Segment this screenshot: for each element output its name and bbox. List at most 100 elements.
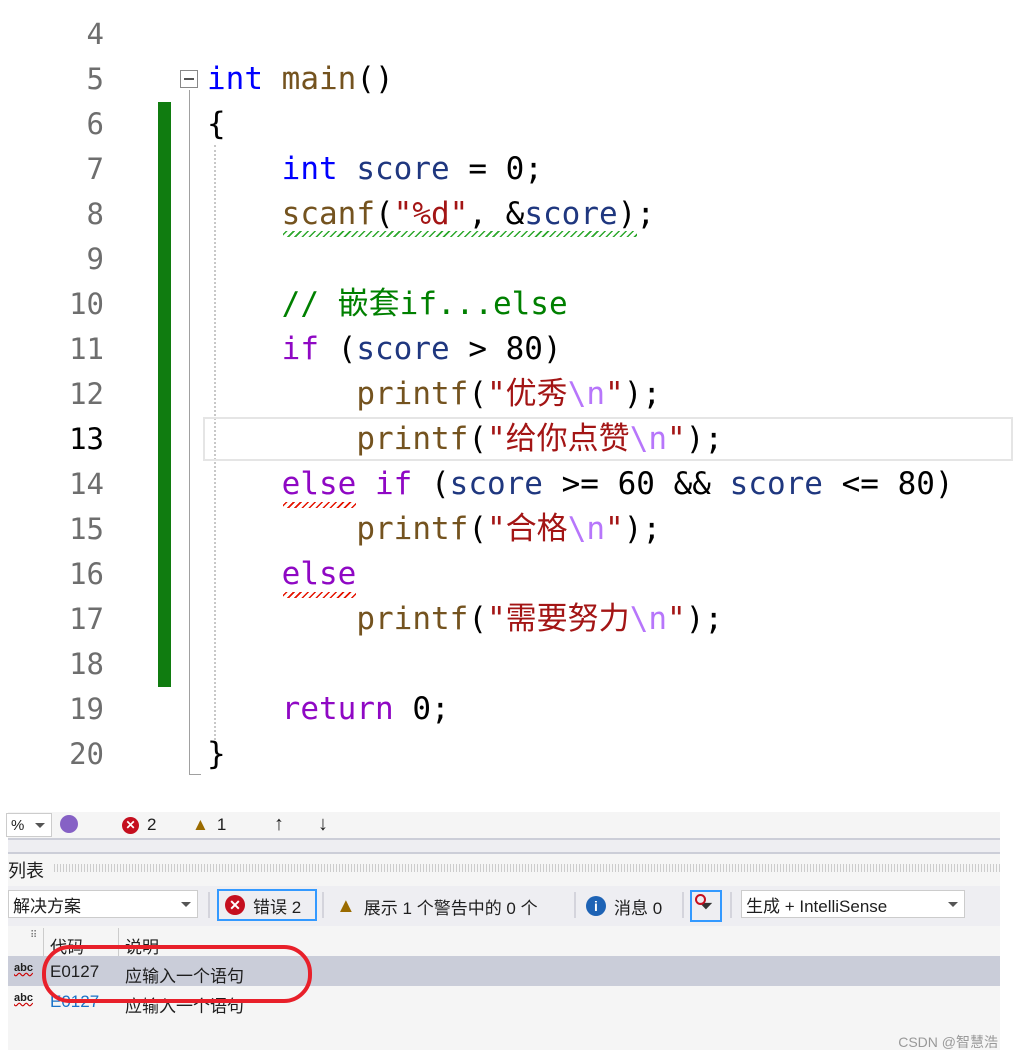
code-token: ); [617,196,655,232]
code-token: 0; [393,691,450,727]
code-token: score [524,196,618,232]
messages-label: 消息 0 [614,898,663,918]
line-number: 17 [69,602,104,636]
line-number: 16 [69,557,104,591]
title-grip[interactable] [54,864,1000,872]
code-token: ); [685,601,724,637]
line-number: 19 [69,692,104,726]
code-line[interactable]: { [207,102,226,147]
code-token: , & [468,196,525,232]
code-token: printf [356,376,469,412]
code-line[interactable]: printf("优秀\n"); [356,372,661,417]
code-line[interactable]: int score = 0; [282,147,543,192]
line-number: 6 [86,107,104,141]
line-number: 9 [86,242,104,276]
separator [682,892,684,918]
code-line[interactable]: } [207,732,226,777]
outline-line [189,90,190,775]
code-line[interactable]: // 嵌套if...else [282,282,568,327]
code-token: >= 60 && [542,466,730,502]
code-token: ); [685,421,724,457]
messages-filter-button[interactable]: i 消息 0 [580,890,668,922]
collapse-toggle-icon[interactable] [180,70,198,88]
code-token: ( [319,331,357,367]
divider [8,838,1000,854]
code-token: "%d" [393,196,469,232]
code-token: ); [623,511,662,547]
arrow-up-icon[interactable]: ↑ [274,813,284,836]
code-token: printf [356,601,469,637]
code-token: score [356,331,450,367]
code-token: = 0; [449,151,543,187]
code-token: // 嵌套if...else [281,286,568,322]
filter-icon[interactable]: ⏷ [690,890,722,922]
warning-icon: ▲ [336,894,356,917]
line-number: 13 [69,422,104,456]
zoom-select[interactable]: % [6,813,52,837]
line-number: 4 [86,17,104,51]
line-number: 18 [69,647,104,681]
code-line[interactable]: printf("合格\n"); [356,507,661,552]
code-token: \n [629,421,668,457]
code-token: "给你点赞 [487,421,630,457]
error-count[interactable]: ✕ 2 [122,815,156,835]
code-token: int [207,61,263,97]
code-line[interactable]: printf("给你点赞\n"); [356,417,723,462]
code-token: main [263,61,357,97]
error-count-value: 2 [147,815,157,834]
code-line[interactable]: else if (score >= 60 && score <= 80) [282,462,954,507]
code-token: printf [356,511,469,547]
change-bar [158,102,171,687]
code-token: \n [567,376,606,412]
code-token: "合格 [487,511,568,547]
code-line[interactable]: else [282,552,357,597]
spelling-icon: abc [14,962,33,974]
code-token: ( [412,466,450,502]
separator [208,892,210,918]
separator [730,892,732,918]
code-token: ( [375,196,394,232]
code-token: scanf [281,196,375,232]
source-select[interactable]: 生成 + IntelliSense [741,890,965,918]
line-number: 15 [69,512,104,546]
line-number: 5 [86,62,104,96]
code-token: if [356,466,413,502]
zoom-value: % [11,816,25,834]
line-number: 8 [86,197,104,231]
scope-select[interactable]: 解决方案 [8,890,198,918]
code-token: if [281,331,319,367]
error-squiggle [283,502,356,508]
code-token: ( [468,511,488,547]
code-token: > 80) [449,331,562,367]
warnings-label: 展示 1 个警告中的 0 个 [363,898,538,918]
spelling-icon: abc [14,992,33,1004]
warning-squiggle [283,231,637,237]
line-number: 12 [69,377,104,411]
warnings-filter-button[interactable]: ▲ 展示 1 个警告中的 0 个 [330,890,544,922]
code-token: else [281,466,357,502]
source-value: 生成 + IntelliSense [746,896,888,916]
code-token: ); [623,376,662,412]
code-token: return [281,691,394,727]
code-token: " [667,601,686,637]
errors-filter-button[interactable]: ✕ 错误 2 [217,889,317,921]
warning-count[interactable]: ▲ 1 [192,815,226,835]
code-line[interactable]: int main() [207,57,394,102]
code-token: score [449,466,543,502]
code-line[interactable]: return 0; [282,687,450,732]
line-number: 10 [69,287,104,321]
watermark: CSDN @智慧浩 [898,1034,998,1050]
code-line[interactable]: printf("需要努力\n"); [356,597,723,642]
code-token: ( [468,601,488,637]
error-icon: ✕ [122,816,139,834]
arrow-down-icon[interactable]: ↓ [318,813,328,836]
column-grip-icon[interactable]: ⠿ [30,930,37,941]
intellicode-icon[interactable] [60,815,78,833]
code-token: " [605,511,624,547]
code-token: \n [629,601,668,637]
errors-label: 错误 2 [253,897,302,917]
panel-title: 列表 [8,861,44,881]
code-token: { [207,106,226,142]
line-number: 11 [69,332,104,366]
code-line[interactable]: if (score > 80) [282,327,562,372]
